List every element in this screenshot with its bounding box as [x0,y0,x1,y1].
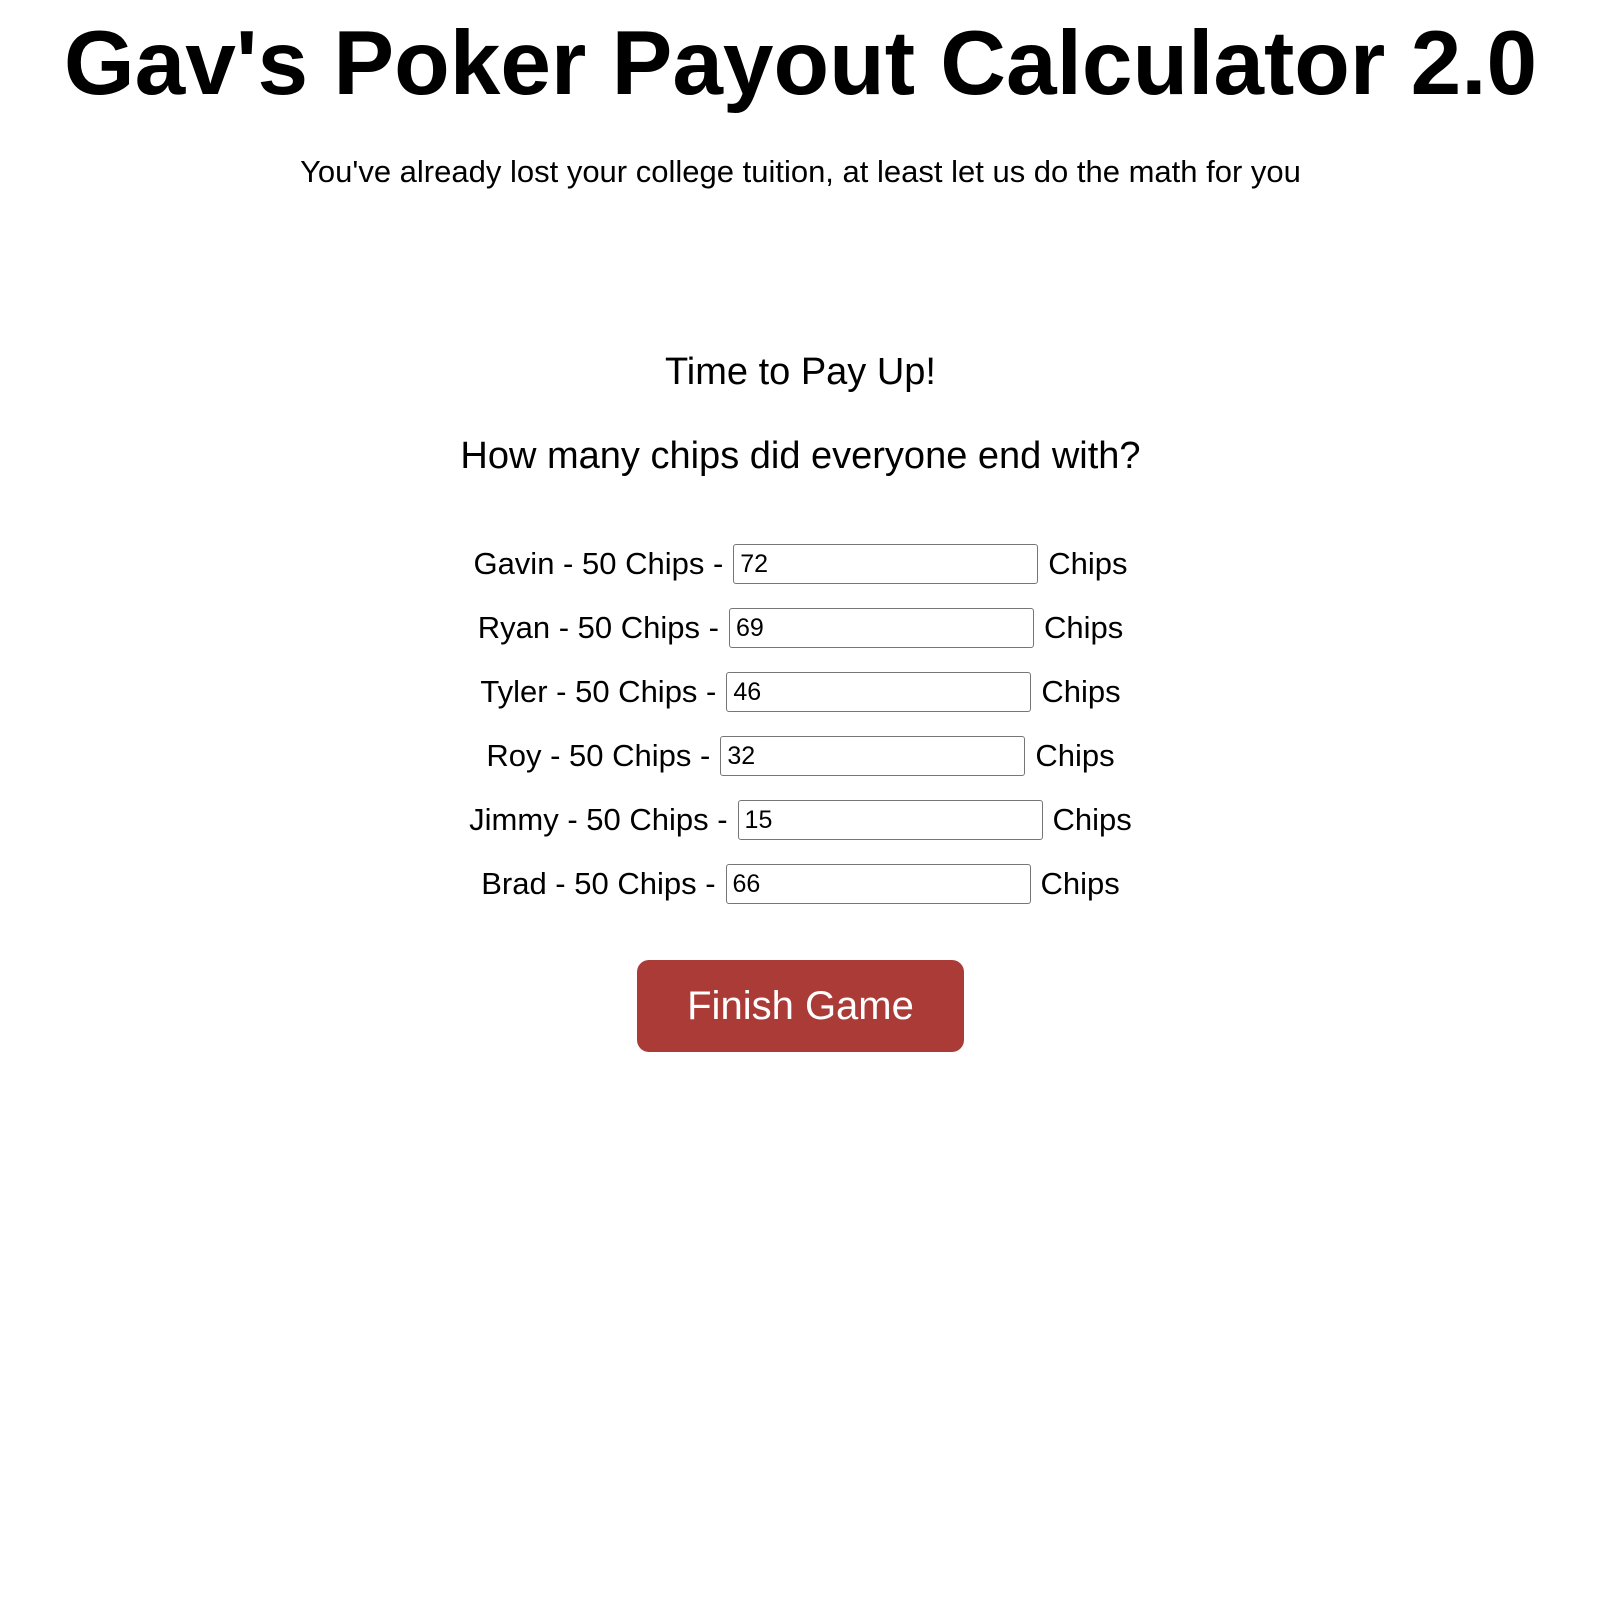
chip-count-input-ryan[interactable] [728,608,1034,648]
chip-count-input-gavin[interactable] [733,544,1039,584]
player-label: Ryan - 50 Chips - [477,610,719,645]
player-row-ryan: Ryan - 50 Chips - Chips [478,596,1123,660]
player-label: Gavin - 50 Chips - [473,546,724,581]
player-row-tyler: Tyler - 50 Chips - Chips [480,660,1121,724]
tagline: You've already lost your college tuition… [300,154,1301,189]
chips-prompt: How many chips did everyone end with? [460,435,1141,477]
chip-count-input-jimmy[interactable] [737,800,1043,840]
player-row-roy: Roy - 50 Chips - Chips [486,724,1115,788]
chips-unit-label: Chips [1052,802,1132,837]
player-row-brad: Brad - 50 Chips - Chips [481,852,1120,916]
player-label: Tyler - 50 Chips - [480,674,717,709]
chips-unit-label: Chips [1043,610,1124,645]
player-label: Brad - 50 Chips - [481,866,716,901]
chip-count-input-brad[interactable] [725,864,1031,904]
player-label: Roy - 50 Chips - [486,738,711,773]
chips-unit-label: Chips [1048,546,1128,581]
player-row-jimmy: Jimmy - 50 Chips - Chips [469,788,1132,852]
app-title: Gav's Poker Payout Calculator 2.0 [63,13,1538,114]
page: Gav's Poker Payout Calculator 2.0 You've… [0,0,1601,1601]
finish-game-button[interactable]: Finish Game [637,960,964,1052]
player-label: Jimmy - 50 Chips - [469,802,728,837]
chip-count-input-tyler[interactable] [726,672,1032,712]
chips-unit-label: Chips [1041,674,1121,709]
player-list: Gavin - 50 Chips - Chips Ryan - 50 Chips… [0,532,1601,916]
section-heading: Time to Pay Up! [664,351,936,393]
chip-count-input-roy[interactable] [720,736,1026,776]
player-row-gavin: Gavin - 50 Chips - Chips [473,532,1128,596]
chips-unit-label: Chips [1035,738,1115,773]
chips-unit-label: Chips [1040,866,1120,901]
